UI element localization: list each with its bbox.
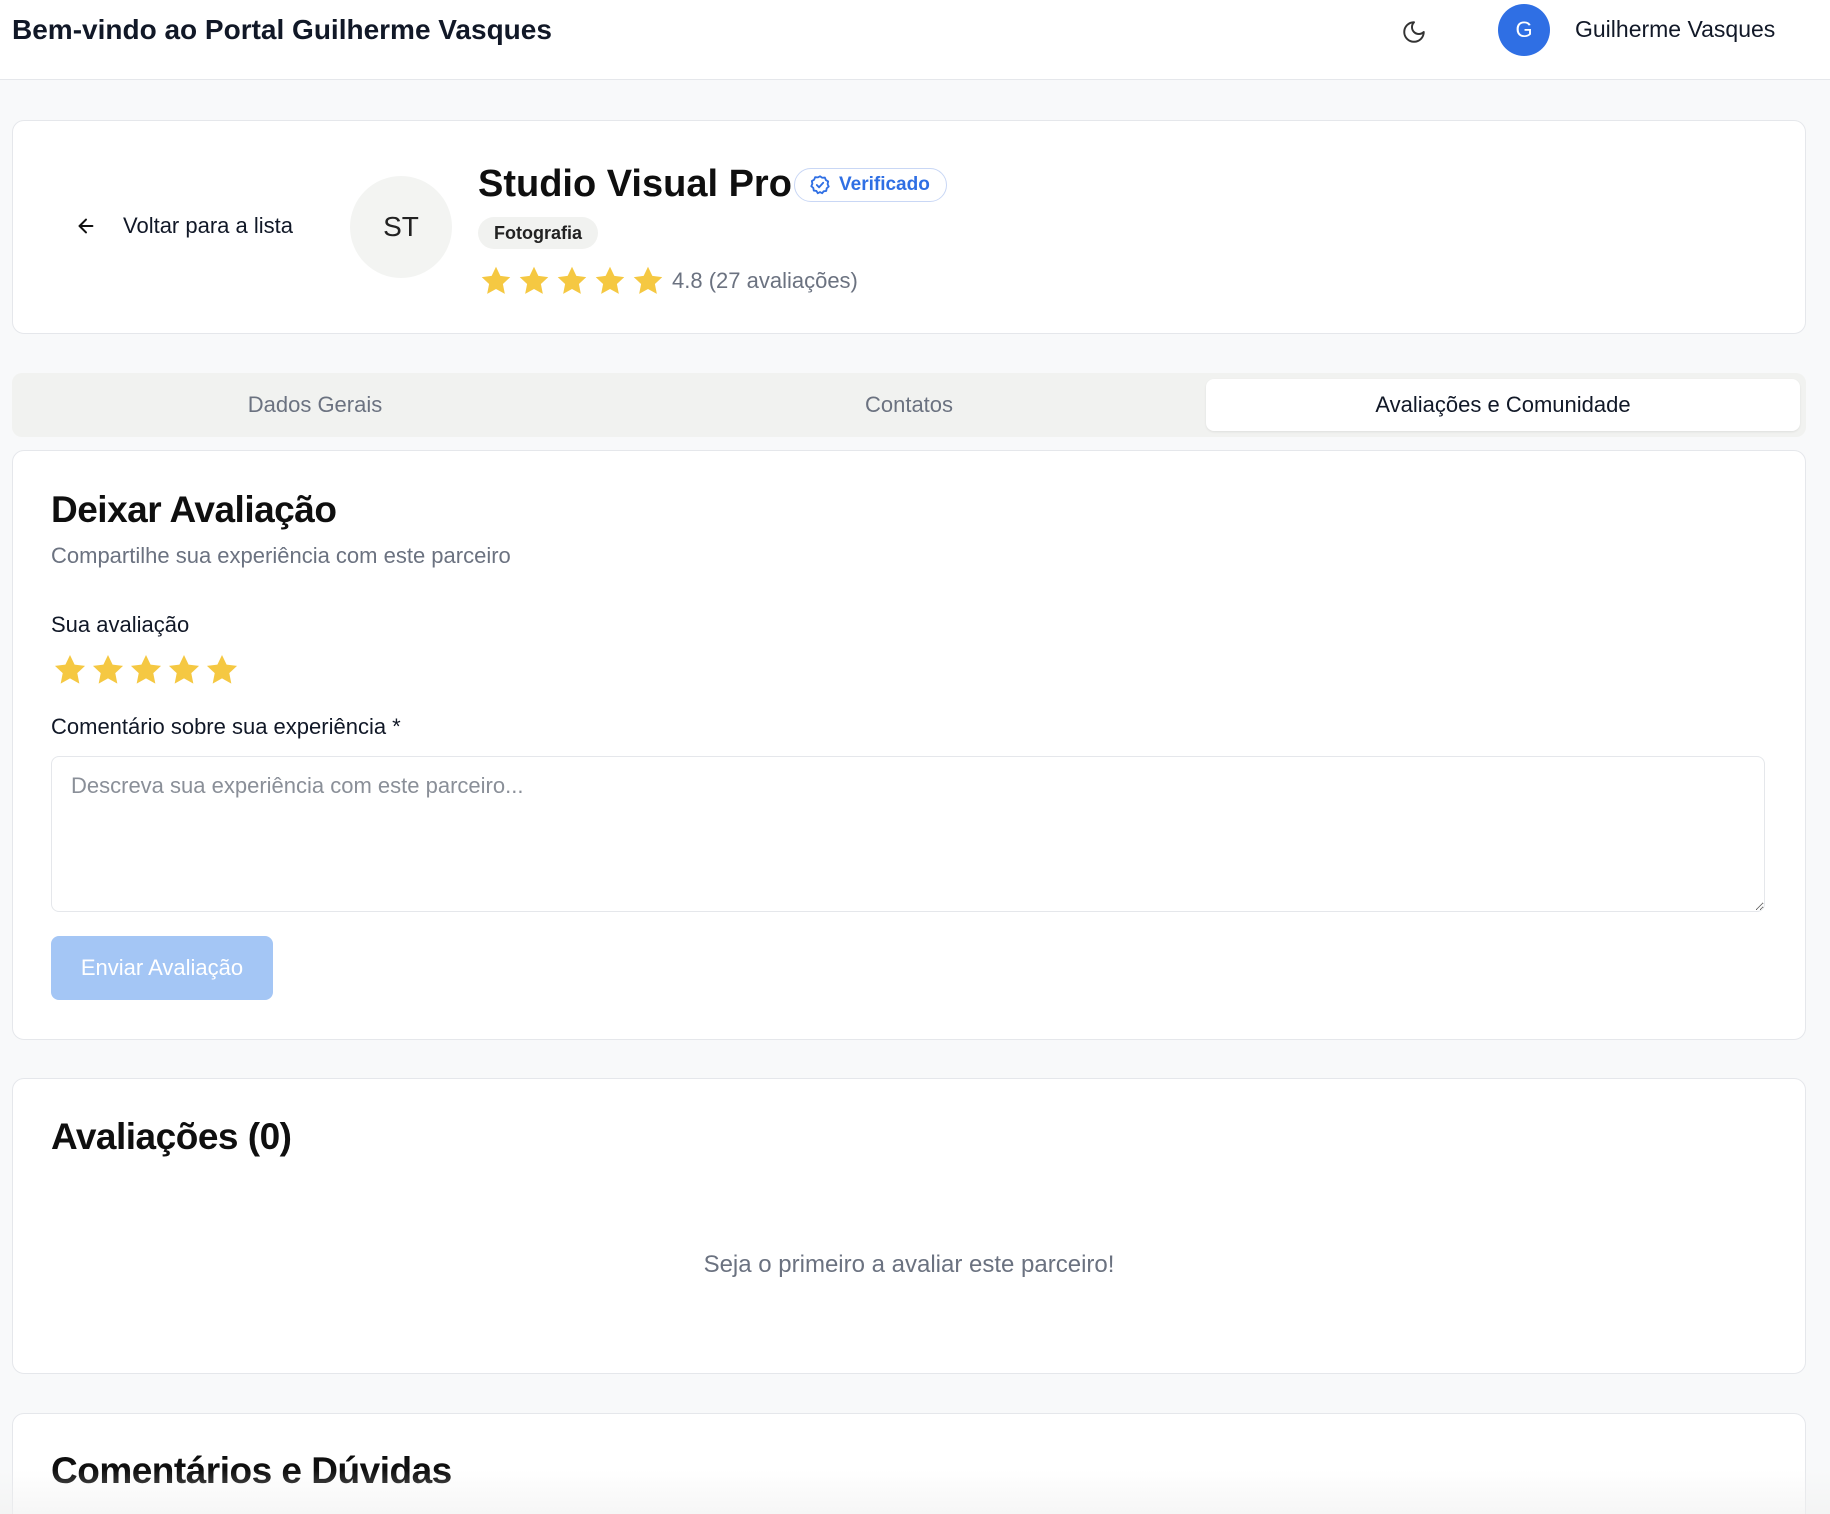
reviews-card: Avaliações (0) Seja o primeiro a avaliar…: [12, 1078, 1806, 1374]
reviews-empty-message: Seja o primeiro a avaliar este parceiro!: [703, 1251, 1115, 1278]
comment-label: Comentário sobre sua experiência *: [51, 714, 401, 739]
star-icon[interactable]: [203, 651, 241, 689]
review-form-title: Deixar Avaliação: [51, 489, 337, 530]
top-bar: Bem-vindo ao Portal Guilherme Vasques G …: [0, 0, 1830, 80]
comment-textarea[interactable]: [51, 756, 1765, 912]
star-icon: [633, 266, 663, 294]
arrow-left-icon: [78, 218, 94, 234]
star-icon: [557, 266, 587, 294]
star-icon[interactable]: [165, 651, 203, 689]
star-icon: [519, 266, 549, 294]
partner-header-card: Voltar para a lista ST Studio Visual Pro…: [12, 120, 1806, 334]
verified-label: Verificado: [839, 174, 930, 195]
user-avatar[interactable]: G: [1498, 4, 1550, 56]
partner-name: Studio Visual Pro: [478, 163, 792, 205]
verified-badge: Verificado: [794, 168, 947, 202]
star-rating-input: [51, 651, 241, 689]
back-to-list-link[interactable]: Voltar para a lista: [75, 213, 293, 239]
tab-avaliacoes-comunidade[interactable]: Avaliações e Comunidade: [1206, 379, 1800, 431]
tab-contatos[interactable]: Contatos: [612, 379, 1206, 431]
review-form-subtitle: Compartilhe sua experiência com este par…: [51, 543, 511, 568]
reviews-title: Avaliações (0): [51, 1116, 292, 1157]
rating-label: Sua avaliação: [51, 612, 190, 637]
star-icon[interactable]: [127, 651, 165, 689]
star-icon: [481, 266, 511, 294]
partner-avatar: ST: [350, 176, 452, 278]
tab-dados-gerais[interactable]: Dados Gerais: [18, 379, 612, 431]
badge-check-icon: [810, 175, 830, 195]
moon-icon: [1403, 21, 1425, 43]
star-icon: [595, 266, 625, 294]
submit-review-button[interactable]: Enviar Avaliação: [51, 936, 273, 1000]
scroll-fade: [0, 1470, 1830, 1514]
rating-text: 4.8 (27 avaliações): [672, 268, 858, 293]
star-icon[interactable]: [89, 651, 127, 689]
partner-rating: 4.8 (27 avaliações): [478, 263, 858, 299]
tab-list: Dados Gerais Contatos Avaliações e Comun…: [12, 373, 1806, 437]
theme-toggle-button[interactable]: [1394, 12, 1434, 52]
star-icon[interactable]: [51, 651, 89, 689]
review-form-card: Deixar Avaliação Compartilhe sua experiê…: [12, 450, 1806, 1040]
back-link-label: Voltar para a lista: [123, 213, 293, 238]
user-name[interactable]: Guilherme Vasques: [1575, 16, 1775, 43]
category-badge: Fotografia: [478, 217, 598, 249]
page-title: Bem-vindo ao Portal Guilherme Vasques: [12, 14, 552, 45]
